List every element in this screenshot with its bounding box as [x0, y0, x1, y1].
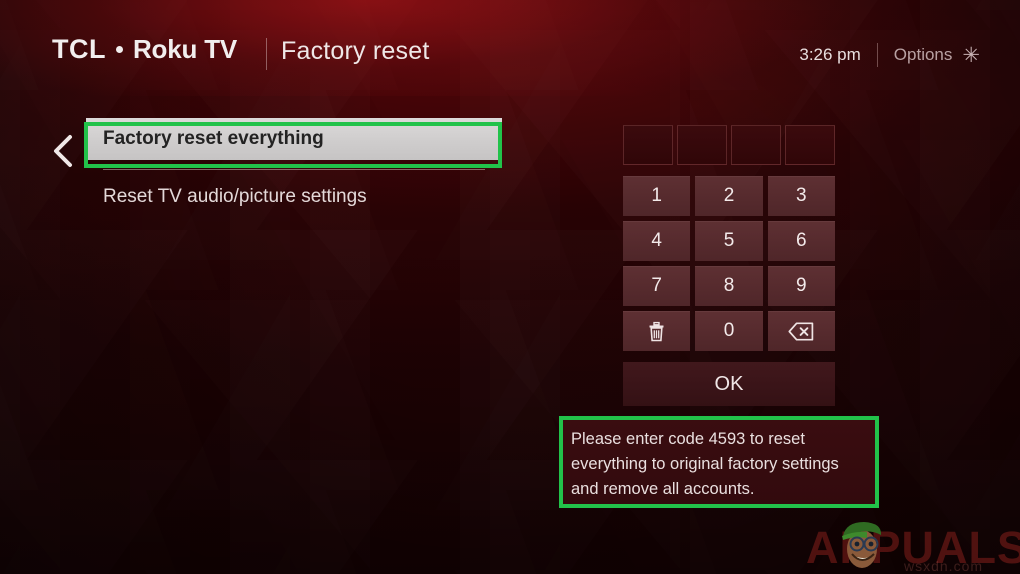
key-backspace[interactable] — [767, 311, 835, 351]
trash-icon — [648, 321, 665, 342]
brand-roku-label: Roku TV — [132, 34, 238, 64]
key-4[interactable]: 4 — [623, 221, 691, 261]
key-5[interactable]: 5 — [695, 221, 763, 261]
backspace-icon — [788, 321, 814, 341]
options-label[interactable]: Options — [894, 45, 953, 65]
code-digit-box-2[interactable] — [677, 125, 727, 165]
app-header: TCL Roku TV Factory reset 3:26 pm Option… — [0, 0, 1020, 96]
key-8[interactable]: 8 — [695, 266, 763, 306]
menu-item-reset-av-settings[interactable]: Reset TV audio/picture settings — [86, 179, 502, 215]
menu-divider — [103, 169, 485, 170]
code-digit-box-1[interactable] — [623, 125, 673, 165]
page-title: Factory reset — [281, 37, 430, 65]
keypad-grid: 1 2 3 4 5 6 7 8 9 0 — [623, 176, 835, 351]
back-chevron-icon[interactable] — [50, 134, 76, 168]
menu-item-label: Factory reset everything — [103, 128, 324, 149]
code-entry-row — [623, 125, 835, 165]
brand-separator-dot-icon — [115, 46, 123, 53]
key-7[interactable]: 7 — [623, 266, 691, 306]
ok-button[interactable]: OK — [623, 362, 835, 406]
tv-settings-screen: TCL Roku TV Factory reset 3:26 pm Option… — [0, 0, 1020, 574]
options-star-icon[interactable]: ✳ — [962, 45, 980, 66]
menu-item-factory-reset-everything[interactable]: Factory reset everything — [86, 118, 502, 160]
instruction-note: Please enter code 4593 to reset everythi… — [561, 418, 877, 506]
instruction-text: Please enter code 4593 to reset everythi… — [571, 430, 839, 498]
key-6[interactable]: 6 — [767, 221, 835, 261]
header-divider — [266, 38, 267, 70]
code-digit-box-4[interactable] — [785, 125, 835, 165]
clock-label: 3:26 pm — [799, 45, 861, 64]
key-0[interactable]: 0 — [695, 311, 763, 351]
code-digit-box-3[interactable] — [731, 125, 781, 165]
numeric-keypad: 1 2 3 4 5 6 7 8 9 0 OK — [623, 125, 835, 406]
key-1[interactable]: 1 — [623, 176, 691, 216]
key-clear[interactable] — [623, 311, 691, 351]
key-3[interactable]: 3 — [767, 176, 835, 216]
key-2[interactable]: 2 — [695, 176, 763, 216]
brand-tcl-label: TCL — [52, 34, 106, 64]
key-9[interactable]: 9 — [767, 266, 835, 306]
brand-logo: TCL Roku TV — [52, 34, 237, 65]
menu-list: Factory reset everything Reset TV audio/… — [86, 118, 502, 215]
menu-item-label: Reset TV audio/picture settings — [103, 186, 367, 207]
header-divider-2 — [876, 43, 878, 67]
header-right-group: 3:26 pm Options ✳ — [799, 43, 980, 67]
